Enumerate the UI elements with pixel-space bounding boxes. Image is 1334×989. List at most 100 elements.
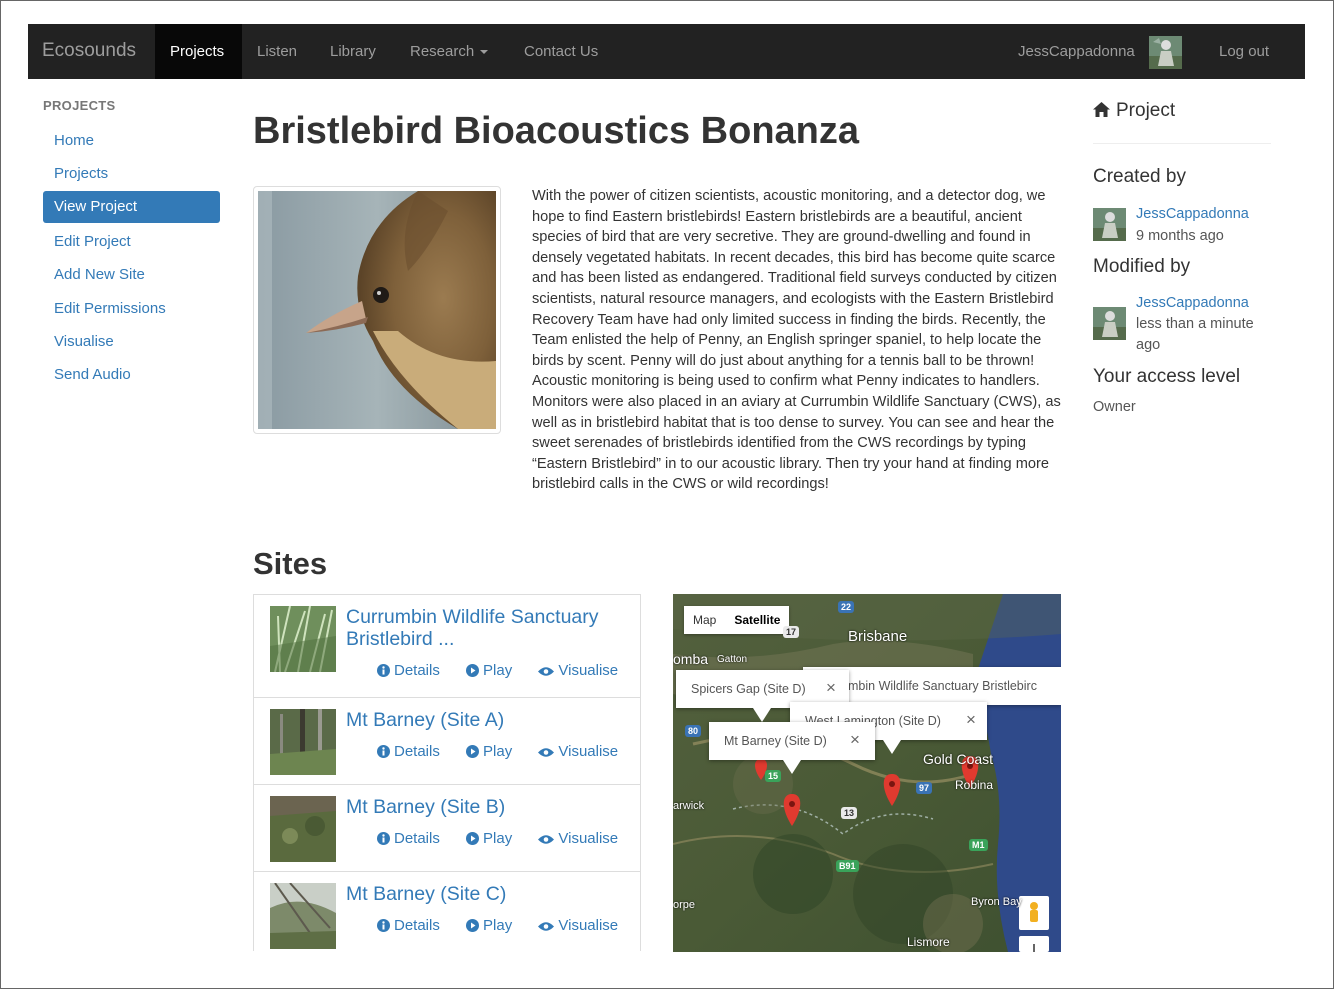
details-link[interactable]: Details: [377, 743, 440, 760]
road-shield: 15: [765, 770, 782, 782]
info-icon: [377, 919, 390, 932]
modifier-name-link[interactable]: JessCappadonna: [1136, 295, 1249, 311]
visualise-link[interactable]: Visualise: [538, 662, 618, 679]
visualise-label: Visualise: [558, 917, 619, 934]
sidebar-item-send-audio[interactable]: Send Audio: [54, 366, 131, 383]
map-type-map[interactable]: Map: [684, 606, 725, 634]
sites-map[interactable]: Map Satellite Brisbane Gatton omba Gold …: [673, 594, 1061, 952]
map-label-brisbane: Brisbane: [848, 628, 908, 645]
map-infowindow[interactable]: Mt Barney (Site D) ×: [709, 722, 875, 760]
map-label-lismore: Lismore: [907, 935, 950, 949]
site-actions: Details Play Visualise: [377, 917, 640, 934]
details-link[interactable]: Details: [377, 662, 440, 679]
access-level-value: Owner: [1093, 399, 1136, 415]
infowindow-text: Mt Barney (Site D): [724, 734, 827, 748]
road-shield: M1: [969, 839, 988, 851]
road-shield: 13: [841, 807, 858, 819]
infowindow-tail: [783, 760, 801, 774]
eye-icon: [538, 835, 555, 844]
road-shield: B91: [836, 860, 859, 872]
sidebar-item-edit-project[interactable]: Edit Project: [54, 233, 131, 250]
logout-link[interactable]: Log out: [1219, 43, 1269, 60]
site-item: Mt Barney (Site A) Details Play Visualis…: [253, 697, 641, 785]
map-type-satellite[interactable]: Satellite: [725, 606, 789, 634]
creator-name-link[interactable]: JessCappadonna: [1136, 206, 1249, 222]
site-thumbnail[interactable]: [270, 883, 336, 949]
sidebar-item-home[interactable]: Home: [54, 132, 94, 149]
nav-listen[interactable]: Listen: [257, 43, 297, 60]
map-type-control[interactable]: Map Satellite: [684, 606, 790, 634]
visualise-label: Visualise: [558, 662, 619, 679]
sidebar-item-projects[interactable]: Projects: [54, 165, 108, 182]
nav-library[interactable]: Library: [330, 43, 376, 60]
site-name[interactable]: Currumbin Wildlife Sanctuary Bristlebird…: [346, 606, 599, 650]
nav-projects-label: Projects: [170, 43, 225, 60]
play-link[interactable]: Play: [466, 917, 512, 934]
details-link[interactable]: Details: [377, 830, 440, 847]
sidebar-heading: PROJECTS: [43, 98, 116, 113]
user-avatar[interactable]: [1149, 36, 1182, 69]
site-actions: Details Play Visualise: [377, 830, 640, 847]
project-image: [253, 186, 501, 434]
eye-icon: [538, 922, 555, 931]
info-icon: [377, 832, 390, 845]
caret-down-icon: [480, 50, 489, 55]
play-icon: [466, 832, 480, 845]
infowindow-tail: [883, 740, 901, 754]
infowindow-text: mbin Wildlife Sanctuary Bristlebirc: [848, 679, 1037, 693]
site-name[interactable]: Mt Barney (Site C): [346, 883, 506, 905]
site-actions: Details Play Visualise: [377, 743, 640, 760]
play-link[interactable]: Play: [466, 743, 512, 760]
play-link[interactable]: Play: [466, 830, 512, 847]
play-label: Play: [483, 830, 513, 847]
home-icon: [1093, 102, 1110, 117]
sidebar-item-view-project[interactable]: View Project: [43, 191, 220, 223]
nav-user-name[interactable]: JessCappadonna: [1018, 43, 1135, 60]
play-label: Play: [483, 917, 513, 934]
created-time: 9 months ago: [1136, 228, 1224, 244]
map-label-orpe: orpe: [673, 899, 696, 911]
site-name-line: Bristlebird ...: [346, 628, 455, 650]
road-shield: 17: [783, 626, 800, 638]
play-link[interactable]: Play: [466, 662, 512, 679]
brand-logo[interactable]: Ecosounds: [42, 40, 136, 62]
access-level-label: Your access level: [1093, 366, 1241, 387]
site-thumbnail[interactable]: [270, 709, 336, 775]
infowindow-tail: [753, 708, 771, 722]
sidebar-item-add-new-site[interactable]: Add New Site: [54, 266, 145, 283]
map-label-warwick: arwick: [673, 800, 705, 812]
top-navbar: Ecosounds Projects Listen Library Resear…: [28, 24, 1305, 79]
map-label-gatton: Gatton: [717, 654, 748, 665]
site-name-line: Currumbin Wildlife Sanctuary: [346, 606, 599, 628]
visualise-link[interactable]: Visualise: [538, 830, 618, 847]
page-title: Bristlebird Bioacoustics Bonanza: [253, 110, 860, 152]
details-link[interactable]: Details: [377, 917, 440, 934]
sidebar-item-edit-permissions[interactable]: Edit Permissions: [54, 300, 166, 317]
eye-icon: [538, 667, 555, 676]
close-icon[interactable]: ×: [966, 710, 976, 730]
project-panel-heading-label: Project: [1116, 100, 1176, 121]
site-item: Mt Barney (Site C) Details Play Visualis…: [253, 871, 641, 951]
sidebar-item-visualise[interactable]: Visualise: [54, 333, 114, 350]
visualise-link[interactable]: Visualise: [538, 917, 618, 934]
details-label: Details: [394, 743, 440, 760]
nav-contact-us[interactable]: Contact Us: [524, 43, 598, 60]
visualise-link[interactable]: Visualise: [538, 743, 618, 760]
creator-avatar: [1093, 208, 1126, 241]
close-icon[interactable]: ×: [826, 678, 836, 698]
site-thumbnail[interactable]: [270, 796, 336, 862]
close-icon[interactable]: ×: [850, 730, 860, 750]
bristlebird-photo: [258, 191, 496, 429]
site-thumbnail[interactable]: [270, 606, 336, 672]
nav-research[interactable]: Research: [410, 43, 489, 60]
site-name[interactable]: Mt Barney (Site A): [346, 709, 504, 731]
infowindow-text: Spicers Gap (Site D): [691, 682, 806, 696]
site-name[interactable]: Mt Barney (Site B): [346, 796, 505, 818]
sidebar-item-view-project-label: View Project: [54, 198, 138, 215]
visualise-label: Visualise: [558, 830, 619, 847]
nav-projects[interactable]: Projects: [155, 24, 242, 79]
play-label: Play: [483, 662, 513, 679]
site-list: Currumbin Wildlife Sanctuary Bristlebird…: [253, 594, 641, 951]
info-icon: [377, 745, 390, 758]
modifier-avatar: [1093, 307, 1126, 340]
